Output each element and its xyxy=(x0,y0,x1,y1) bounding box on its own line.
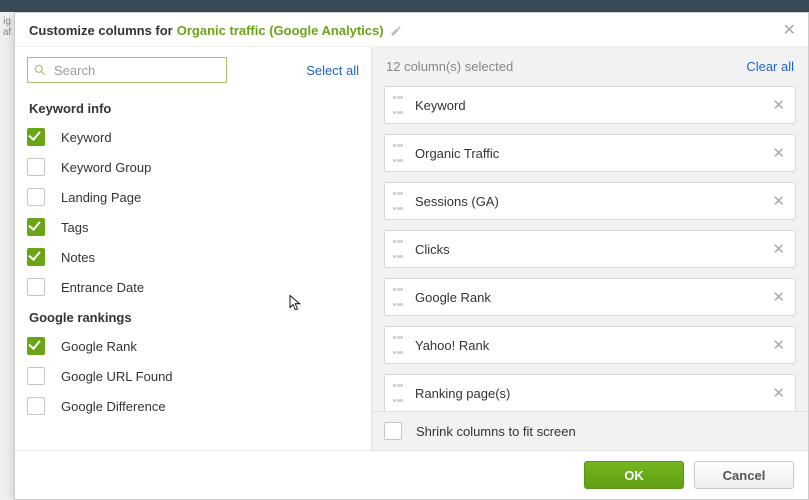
remove-chip-icon[interactable]: ✕ xyxy=(772,242,785,257)
checkbox[interactable] xyxy=(27,367,45,385)
column-option-label: Notes xyxy=(61,250,95,265)
left-panel-toolbar: Select all xyxy=(15,47,371,89)
chip-label: Yahoo! Rank xyxy=(415,338,772,353)
column-option[interactable]: Landing Page xyxy=(27,182,363,212)
chip-label: Keyword xyxy=(415,98,772,113)
checkbox[interactable] xyxy=(27,128,45,146)
ok-button[interactable]: OK xyxy=(584,461,684,489)
modal-title-name: Organic traffic (Google Analytics) xyxy=(177,23,384,38)
available-columns-list[interactable]: Keyword info Keyword Keyword Group Landing … xyxy=(15,89,371,450)
app-topbar xyxy=(0,0,809,12)
available-columns-panel: Select all Keyword info Keyword Keyword Gr… xyxy=(15,47,372,450)
checkbox[interactable] xyxy=(27,188,45,206)
search-icon xyxy=(33,63,47,77)
column-option[interactable]: Google URL Found xyxy=(27,361,363,391)
chip-label: Google Rank xyxy=(415,290,772,305)
selected-column-chip[interactable]: Ranking page(s)✕ xyxy=(384,374,796,411)
column-option[interactable]: Entrance Date xyxy=(27,272,363,302)
right-panel-footer: Shrink columns to fit screen xyxy=(372,411,808,450)
column-option[interactable]: Tags xyxy=(27,212,363,242)
selected-column-chip[interactable]: Yahoo! Rank✕ xyxy=(384,326,796,364)
chip-label: Ranking page(s) xyxy=(415,386,772,401)
search-wrap xyxy=(27,57,227,83)
column-option-label: Keyword xyxy=(61,130,112,145)
selected-column-chip[interactable]: Organic Traffic✕ xyxy=(384,134,796,172)
drag-handle-icon[interactable] xyxy=(393,96,403,114)
checkbox[interactable] xyxy=(27,397,45,415)
shrink-columns-checkbox[interactable] xyxy=(384,422,402,440)
selected-column-chip[interactable]: Keyword✕ xyxy=(384,86,796,124)
cancel-button[interactable]: Cancel xyxy=(694,461,794,489)
clear-all-link[interactable]: Clear all xyxy=(746,59,794,74)
checkbox[interactable] xyxy=(27,218,45,236)
drag-handle-icon[interactable] xyxy=(393,240,403,258)
drag-handle-icon[interactable] xyxy=(393,192,403,210)
column-option[interactable]: Keyword xyxy=(27,122,363,152)
section-header: Keyword info xyxy=(29,101,363,116)
column-option[interactable]: Keyword Group xyxy=(27,152,363,182)
customize-columns-modal: Customize columns for Organic traffic (G… xyxy=(14,12,809,500)
column-option-label: Tags xyxy=(61,220,88,235)
chip-label: Sessions (GA) xyxy=(415,194,772,209)
search-input[interactable] xyxy=(27,57,227,83)
chip-label: Clicks xyxy=(415,242,772,257)
column-option[interactable]: Notes xyxy=(27,242,363,272)
remove-chip-icon[interactable]: ✕ xyxy=(772,386,785,401)
chip-label: Organic Traffic xyxy=(415,146,772,161)
selected-count: 12 column(s) selected xyxy=(386,59,513,74)
column-option-label: Google Rank xyxy=(61,339,137,354)
column-option-label: Landing Page xyxy=(61,190,141,205)
column-option[interactable]: Google Rank xyxy=(27,331,363,361)
shrink-columns-label: Shrink columns to fit screen xyxy=(416,424,576,439)
checkbox[interactable] xyxy=(27,248,45,266)
modal-footer: OK Cancel xyxy=(15,450,808,499)
modal-title-static: Customize columns for xyxy=(29,23,173,38)
select-all-link[interactable]: Select all xyxy=(306,63,359,78)
checkbox[interactable] xyxy=(27,278,45,296)
selected-columns-list[interactable]: Keyword✕Organic Traffic✕Sessions (GA)✕Cl… xyxy=(372,80,808,411)
column-option-label: Keyword Group xyxy=(61,160,151,175)
column-option-label: Google URL Found xyxy=(61,369,173,384)
checkbox[interactable] xyxy=(27,158,45,176)
selected-column-chip[interactable]: Sessions (GA)✕ xyxy=(384,182,796,220)
selected-column-chip[interactable]: Google Rank✕ xyxy=(384,278,796,316)
selected-column-chip[interactable]: Clicks✕ xyxy=(384,230,796,268)
column-option-label: Entrance Date xyxy=(61,280,144,295)
remove-chip-icon[interactable]: ✕ xyxy=(772,338,785,353)
drag-handle-icon[interactable] xyxy=(393,288,403,306)
right-panel-toolbar: 12 column(s) selected Clear all xyxy=(372,47,808,80)
drag-handle-icon[interactable] xyxy=(393,384,403,402)
section-header: Google rankings xyxy=(29,310,363,325)
drag-handle-icon[interactable] xyxy=(393,336,403,354)
remove-chip-icon[interactable]: ✕ xyxy=(772,98,785,113)
edit-title-icon[interactable] xyxy=(390,25,402,37)
column-option-label: Google Difference xyxy=(61,399,166,414)
modal-header: Customize columns for Organic traffic (G… xyxy=(15,13,808,47)
remove-chip-icon[interactable]: ✕ xyxy=(772,146,785,161)
remove-chip-icon[interactable]: ✕ xyxy=(772,290,785,305)
drag-handle-icon[interactable] xyxy=(393,144,403,162)
background-sidebar-fragment: igaf xyxy=(0,12,15,500)
close-modal-icon[interactable]: ✕ xyxy=(783,23,796,39)
remove-chip-icon[interactable]: ✕ xyxy=(772,194,785,209)
selected-columns-panel: 12 column(s) selected Clear all Keyword✕… xyxy=(372,47,808,450)
checkbox[interactable] xyxy=(27,337,45,355)
modal-body: Select all Keyword info Keyword Keyword Gr… xyxy=(15,47,808,450)
column-option[interactable]: Google Difference xyxy=(27,391,363,421)
